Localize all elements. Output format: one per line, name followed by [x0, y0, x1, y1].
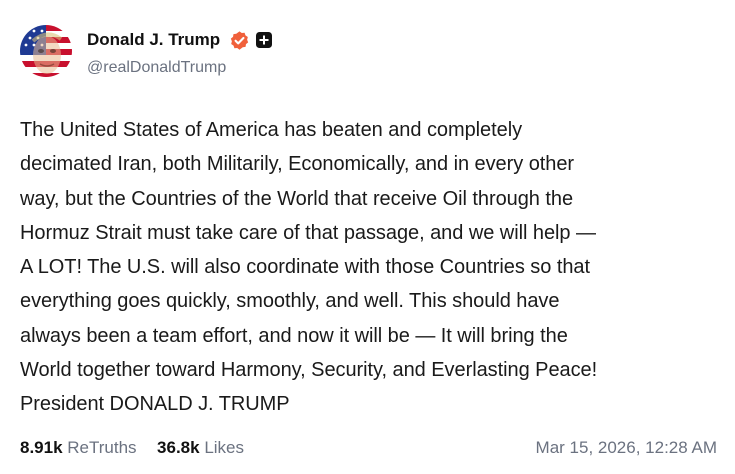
retruths-label: ReTruths [67, 438, 137, 457]
avatar-image [20, 25, 72, 77]
post-body-line: decimated Iran, both Militarily, Economi… [20, 153, 575, 176]
post-stats: 8.91k ReTruths 36.8k Likes [20, 436, 244, 460]
likes-count: 36.8k [157, 438, 200, 457]
post-body-line: way, but the Countries of the World that… [20, 187, 574, 210]
post-body-line: always been a team effort, and now it wi… [20, 324, 568, 347]
verified-badge-icon [229, 30, 250, 51]
author-avatar[interactable] [20, 25, 72, 77]
post-body-line: World together toward Harmony, Security,… [20, 359, 598, 382]
post-body-line: A LOT! The U.S. will also coordinate wit… [20, 256, 590, 279]
post-card: Donald J. Trump @realDonaldTrump The Uni… [0, 0, 735, 474]
post-body-line: everything goes quickly, smoothly, and w… [20, 290, 560, 313]
retruths-count: 8.91k [20, 438, 63, 457]
author-display-name[interactable]: Donald J. Trump [87, 29, 220, 51]
likes-stat[interactable]: 36.8k Likes [157, 438, 244, 457]
retruths-stat[interactable]: 8.91k ReTruths [20, 438, 141, 457]
plus-square-icon [256, 32, 272, 48]
author-handle[interactable]: @realDonaldTrump [87, 58, 226, 78]
post-body-line: Hormuz Strait must take care of that pas… [20, 221, 596, 244]
post-body-line: President DONALD J. TRUMP [20, 393, 290, 416]
post-body: The United States of America has beaten … [20, 113, 720, 422]
likes-label: Likes [204, 438, 244, 457]
post-body-line: The United States of America has beaten … [20, 119, 523, 141]
post-timestamp[interactable]: Mar 15, 2026, 12:28 AM [536, 436, 717, 460]
